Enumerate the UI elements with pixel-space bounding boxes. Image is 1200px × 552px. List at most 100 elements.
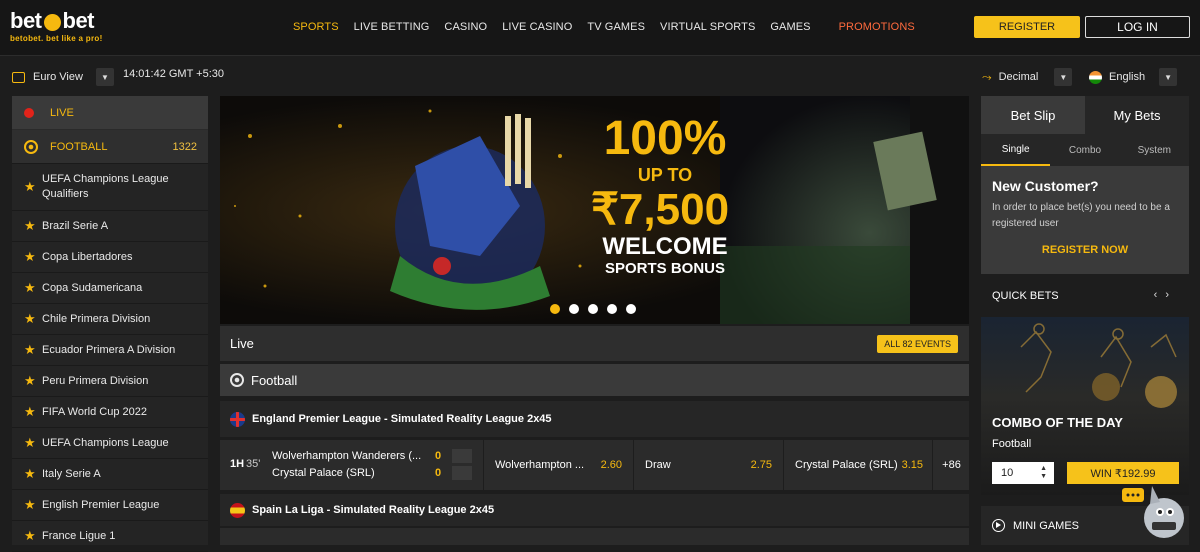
combo-art (1020, 323, 1177, 408)
nav-live-betting[interactable]: LIVE BETTING (354, 21, 430, 33)
banner-welcome: WELCOME (602, 233, 728, 260)
sidebar-item-world-cup[interactable]: ★ FIFA World Cup 2022 (12, 397, 208, 428)
quick-bets-title: QUICK BETS (992, 289, 1059, 302)
nav-live-casino[interactable]: LIVE CASINO (502, 21, 572, 33)
match-period: 1H (230, 458, 245, 470)
star-icon: ★ (24, 218, 36, 233)
promo-banner[interactable]: 100% UP TO ₹7,500 WELCOME SPORTS BONUS (220, 96, 969, 324)
sidebar-item-brazil-serie-a[interactable]: ★ Brazil Serie A (12, 211, 208, 242)
slide-dot[interactable] (607, 304, 617, 314)
sidebar-item-peru[interactable]: ★ Peru Primera Division (12, 366, 208, 397)
tab-my-bets[interactable]: My Bets (1085, 96, 1189, 134)
sidebar-football-label: FOOTBALL (50, 140, 108, 153)
new-customer-title: New Customer? (992, 178, 1099, 194)
slide-dot[interactable] (569, 304, 579, 314)
slide-dot[interactable] (626, 304, 636, 314)
sidebar-item-copa-libertadores[interactable]: ★ Copa Libertadores (12, 242, 208, 273)
tab-single[interactable]: Single (981, 134, 1051, 166)
combo-sport: Football (992, 438, 1032, 450)
sport-header-football[interactable]: Football (220, 364, 969, 396)
sidebar-item-ucl[interactable]: ★ UEFA Champions League (12, 428, 208, 459)
league-name: Spain La Liga - Simulated Reality League… (252, 504, 495, 516)
bet-type-tabs: Single Combo System (981, 134, 1189, 166)
stepper-arrows-icon[interactable]: ▲ ▼ (1040, 465, 1047, 481)
nav-casino[interactable]: CASINO (444, 21, 487, 33)
spain-flag-icon (230, 502, 245, 518)
match-info[interactable]: 1H 35' Wolverhampton Wanderers (... Crys… (220, 440, 484, 490)
combo-title: COMBO OF THE DAY (992, 415, 1123, 430)
chat-mascot-icon[interactable] (1122, 478, 1188, 540)
clock-time: 14:01:42 GMT +5:30 (123, 68, 225, 80)
login-button[interactable]: LOG IN (1085, 16, 1190, 38)
star-icon: ★ (24, 528, 36, 543)
home-team: Wolverhampton Wanderers (... (272, 450, 422, 462)
chevron-down-icon: ▼ (95, 68, 114, 86)
combo-of-the-day-card[interactable]: COMBO OF THE DAY Football 10 ▲ ▼ WIN ₹192.… (981, 317, 1189, 495)
slide-dot[interactable] (550, 304, 560, 314)
site-logo[interactable]: bet bet betobet. bet like a pro! (10, 8, 103, 44)
nav-tv-games[interactable]: TV GAMES (587, 21, 645, 33)
football-count: 1322 (172, 140, 197, 153)
sidebar-item-chile[interactable]: ★ Chile Primera Division (12, 304, 208, 335)
star-icon: ★ (24, 466, 36, 481)
away-team: Crystal Palace (SRL) (272, 467, 375, 479)
odds-value: 2.75 (750, 459, 772, 471)
sidebar-item-label: Brazil Serie A (42, 220, 109, 232)
nav-promotions[interactable]: PROMOTIONS (839, 21, 915, 33)
sidebar-item-epl[interactable]: ★ English Premier League (12, 490, 208, 521)
chevron-down-icon: ▼ (1159, 68, 1178, 86)
sidebar-item-label: UEFA Champions League (42, 437, 169, 449)
match-minute: 35' (246, 458, 261, 470)
all-events-button[interactable]: ALL 82 EVENTS (877, 335, 958, 353)
odds-label: Crystal Palace (SRL) (795, 459, 898, 471)
banner-dots (550, 304, 636, 314)
new-customer-box: New Customer? In order to place bet(s) y… (981, 166, 1189, 274)
main-content: 100% UP TO ₹7,500 WELCOME SPORTS BONUS L… (220, 96, 969, 545)
match-row[interactable]: 1H 35' Wolverhampton Wanderers (... Crys… (220, 440, 969, 490)
tab-combo[interactable]: Combo (1050, 134, 1119, 166)
logo-text-left: bet (10, 8, 42, 33)
tab-bet-slip[interactable]: Bet Slip (981, 96, 1085, 134)
nav-virtual-sports[interactable]: VIRTUAL SPORTS (660, 21, 755, 33)
odds-format-label: Decimal (998, 71, 1039, 83)
view-selector[interactable]: Euro View ▼ (12, 68, 114, 86)
india-flag-icon (1089, 70, 1102, 84)
sport-label: Football (251, 372, 298, 388)
odds-home[interactable]: Wolverhampton ... 2.60 (485, 440, 634, 490)
odds-trend-icon: ⤳ (982, 69, 992, 84)
sidebar-football[interactable]: FOOTBALL 1322 (12, 130, 208, 164)
nav-sports[interactable]: SPORTS (293, 21, 339, 33)
sidebar-item-ecuador[interactable]: ★ Ecuador Primera A Division (12, 335, 208, 366)
chevron-left-icon[interactable]: ‹ (1154, 289, 1166, 301)
chevron-right-icon[interactable]: › (1165, 289, 1177, 301)
sidebar-item-italy-serie-a[interactable]: ★ Italy Serie A (12, 459, 208, 490)
sidebar-item-label: English Premier League (42, 499, 160, 511)
tab-system[interactable]: System (1120, 134, 1189, 166)
odds-format-selector[interactable]: ⤳ Decimal ▼ (982, 68, 1073, 86)
league-header[interactable]: Spain La Liga - Simulated Reality League… (220, 494, 969, 526)
match-row[interactable] (220, 528, 969, 545)
carousel-arrows[interactable]: ‹› (1154, 289, 1177, 301)
odds-away[interactable]: Crystal Palace (SRL) 3.15 (785, 440, 933, 490)
stake-stepper[interactable]: 10 ▲ ▼ (992, 462, 1054, 484)
odds-draw[interactable]: Draw 2.75 (635, 440, 784, 490)
register-now-link[interactable]: REGISTER NOW (992, 244, 1178, 256)
main-nav: SPORTS LIVE BETTING CASINO LIVE CASINO T… (293, 21, 930, 33)
sidebar-live[interactable]: LIVE (12, 96, 208, 130)
sidebar-item-ligue-1[interactable]: ★ France Ligue 1 (12, 521, 208, 552)
sidebar-item-copa-sudamericana[interactable]: ★ Copa Sudamericana (12, 273, 208, 304)
register-button[interactable]: REGISTER (974, 16, 1080, 38)
slide-dot[interactable] (588, 304, 598, 314)
sidebar-item-ucl-qualifiers[interactable]: ★ UEFA Champions League Qualifiers (12, 164, 208, 211)
star-icon: ★ (24, 342, 36, 357)
logo-text-right: bet (62, 8, 95, 33)
star-icon: ★ (24, 249, 36, 264)
league-header[interactable]: England Premier League - Simulated Reali… (220, 401, 969, 437)
banner-percent: 100% (603, 112, 727, 165)
more-markets-button[interactable]: +86 (934, 440, 969, 490)
language-selector[interactable]: English ▼ (1089, 68, 1178, 86)
star-icon: ★ (24, 435, 36, 450)
language-label: English (1109, 71, 1146, 83)
sidebar-live-label: LIVE (50, 106, 74, 119)
nav-games[interactable]: GAMES (770, 21, 810, 33)
